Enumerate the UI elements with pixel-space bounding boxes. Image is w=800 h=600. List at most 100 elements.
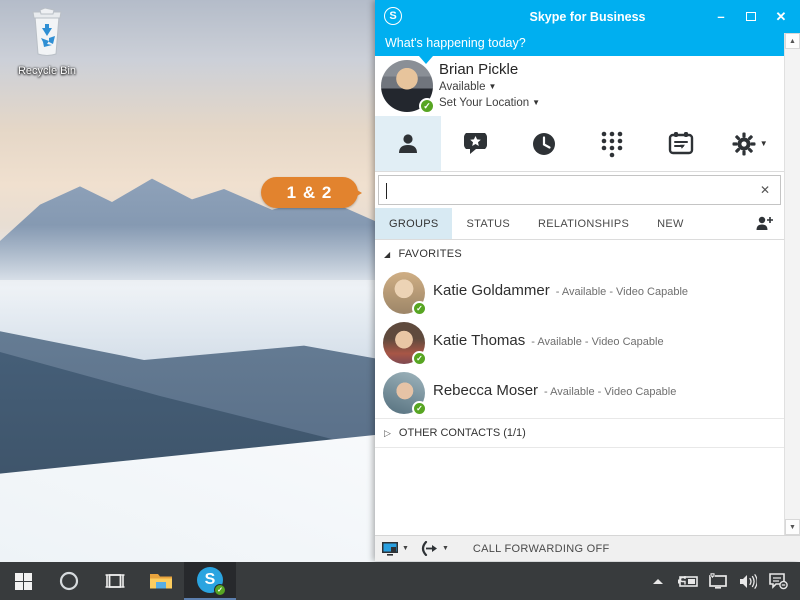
my-status-dropdown[interactable]: Available ▼ bbox=[439, 81, 496, 93]
available-presence-icon: ✓ bbox=[419, 98, 435, 114]
nav-contacts-tab[interactable] bbox=[375, 116, 441, 171]
battery-tray-button[interactable] bbox=[676, 562, 700, 600]
recycle-bin-icon bbox=[25, 7, 69, 62]
file-explorer-icon bbox=[150, 574, 172, 589]
chevron-down-icon: ▼ bbox=[759, 139, 768, 148]
my-avatar[interactable]: ✓ bbox=[381, 60, 435, 114]
scroll-down-icon: ▼ bbox=[789, 523, 796, 531]
minimize-button[interactable]: – bbox=[706, 0, 736, 33]
scroll-up-button[interactable]: ▲ bbox=[785, 33, 800, 49]
group-header-favorites[interactable]: ◢ FAVORITES bbox=[375, 240, 784, 268]
available-presence-icon: ✓ bbox=[412, 351, 427, 366]
network-icon bbox=[709, 573, 727, 589]
vertical-scrollbar[interactable]: ▲ ▼ bbox=[784, 33, 800, 535]
step-callout-label: 1 & 2 bbox=[286, 182, 333, 202]
volume-tray-button[interactable] bbox=[736, 562, 760, 600]
favorites-label: FAVORITES bbox=[398, 248, 463, 260]
group-expanded-icon: ◢ bbox=[384, 249, 391, 259]
skype-app-icon: S ✓ bbox=[197, 567, 226, 596]
system-tray bbox=[646, 562, 800, 600]
contact-avatar: ✓ bbox=[383, 372, 427, 416]
show-hidden-icons-button[interactable] bbox=[646, 562, 670, 600]
speaker-icon bbox=[740, 573, 757, 589]
contact-list-tabs: GROUPS STATUS RELATIONSHIPS NEW bbox=[375, 208, 784, 240]
task-view-button[interactable] bbox=[92, 562, 138, 600]
contact-status-text: - Available - Video Capable bbox=[555, 286, 689, 298]
contact-avatar: ✓ bbox=[383, 272, 427, 316]
maximize-button[interactable] bbox=[736, 0, 766, 33]
available-presence-icon: ✓ bbox=[214, 584, 226, 596]
cortana-button[interactable] bbox=[46, 562, 92, 600]
my-status-text: Available bbox=[439, 81, 486, 93]
search-area: ✕ bbox=[375, 172, 784, 208]
windows-logo-icon bbox=[14, 572, 32, 590]
task-view-icon bbox=[105, 574, 125, 588]
chat-rooms-icon bbox=[463, 133, 487, 154]
clock-history-icon bbox=[532, 132, 555, 155]
cortana-circle-icon bbox=[59, 571, 79, 591]
main-nav-bar: ▼ bbox=[375, 116, 784, 172]
text-caret bbox=[386, 183, 387, 199]
window-footer-bar: ▼ ▼ CALL FORWARDING OFF bbox=[375, 535, 800, 561]
taskbar: S ✓ bbox=[0, 562, 800, 600]
file-explorer-button[interactable] bbox=[138, 562, 184, 600]
contact-row-katie-goldammer[interactable]: ✓ Katie Goldammer - Available - Video Ca… bbox=[375, 268, 784, 318]
nav-chatrooms-tab[interactable] bbox=[441, 116, 510, 171]
nav-options-button[interactable]: ▼ bbox=[715, 116, 784, 171]
note-bubble-tail bbox=[419, 56, 433, 64]
dial-pad-icon bbox=[602, 131, 623, 157]
tab-status[interactable]: STATUS bbox=[452, 208, 524, 239]
primary-device-button[interactable]: ▼ bbox=[381, 541, 409, 557]
contacts-person-icon bbox=[399, 133, 417, 153]
add-contact-icon bbox=[756, 216, 773, 230]
available-presence-icon: ✓ bbox=[412, 301, 427, 316]
contact-avatar: ✓ bbox=[383, 322, 427, 366]
nav-conversations-tab[interactable] bbox=[510, 116, 579, 171]
tab-groups[interactable]: GROUPS bbox=[375, 208, 453, 239]
contact-list-empty-area bbox=[375, 448, 784, 535]
primary-device-monitor-icon bbox=[382, 541, 398, 556]
close-button[interactable]: ✕ bbox=[766, 0, 796, 33]
contact-name: Katie Goldammer bbox=[433, 282, 550, 299]
network-tray-button[interactable] bbox=[706, 562, 730, 600]
call-forwarding-button[interactable]: ▼ bbox=[419, 541, 449, 556]
chevron-up-icon bbox=[653, 579, 663, 584]
tab-relationships[interactable]: RELATIONSHIPS bbox=[524, 208, 643, 239]
personal-note-input[interactable]: What's happening today? bbox=[375, 33, 784, 56]
scroll-up-icon: ▲ bbox=[789, 37, 796, 45]
clear-search-icon[interactable]: ✕ bbox=[760, 183, 770, 197]
other-contacts-label: OTHER CONTACTS (1/1) bbox=[398, 427, 526, 439]
set-location-dropdown[interactable]: Set Your Location ▼ bbox=[439, 97, 540, 109]
chevron-down-icon: ▼ bbox=[402, 545, 409, 552]
recycle-bin-shortcut[interactable]: Recycle Bin bbox=[14, 7, 80, 77]
scroll-down-button[interactable]: ▼ bbox=[785, 519, 800, 535]
nav-meetings-tab[interactable] bbox=[647, 116, 716, 171]
window-titlebar[interactable]: S Skype for Business – ✕ bbox=[375, 0, 800, 33]
step-callout: 1 & 2 bbox=[261, 177, 362, 208]
available-presence-icon: ✓ bbox=[412, 401, 427, 416]
nav-dialpad-tab[interactable] bbox=[578, 116, 647, 171]
my-info-card: ✓ Brian Pickle Available ▼ Set Your Locat… bbox=[375, 56, 784, 116]
meetings-calendar-icon bbox=[668, 131, 694, 154]
contact-status-text: - Available - Video Capable bbox=[544, 386, 677, 398]
group-header-other-contacts[interactable]: ▷ OTHER CONTACTS (1/1) bbox=[375, 418, 784, 448]
group-collapsed-icon: ▷ bbox=[384, 427, 391, 438]
taskbar-skype-button[interactable]: S ✓ bbox=[184, 562, 236, 600]
tab-new[interactable]: NEW bbox=[643, 208, 698, 239]
my-display-name: Brian Pickle bbox=[439, 61, 519, 78]
gear-icon bbox=[732, 132, 756, 155]
taskbar-empty-area bbox=[236, 562, 646, 600]
action-center-button[interactable] bbox=[766, 562, 790, 600]
contact-row-rebecca-moser[interactable]: ✓ Rebecca Moser - Available - Video Capa… bbox=[375, 368, 784, 418]
contact-row-katie-thomas[interactable]: ✓ Katie Thomas - Available - Video Capab… bbox=[375, 318, 784, 368]
start-button[interactable] bbox=[0, 562, 46, 600]
add-contact-button[interactable] bbox=[755, 215, 774, 235]
desktop: Recycle Bin 1 & 2 S Skype for Business –… bbox=[0, 0, 800, 600]
contact-name: Katie Thomas bbox=[433, 332, 526, 349]
maximize-icon bbox=[746, 12, 756, 21]
search-input[interactable]: ✕ bbox=[378, 175, 781, 205]
skype-for-business-window: S Skype for Business – ✕ ▲ ▼ What's happ… bbox=[375, 0, 800, 561]
call-forwarding-icon bbox=[421, 541, 437, 556]
set-location-text: Set Your Location bbox=[439, 97, 530, 109]
action-center-icon bbox=[768, 572, 788, 589]
